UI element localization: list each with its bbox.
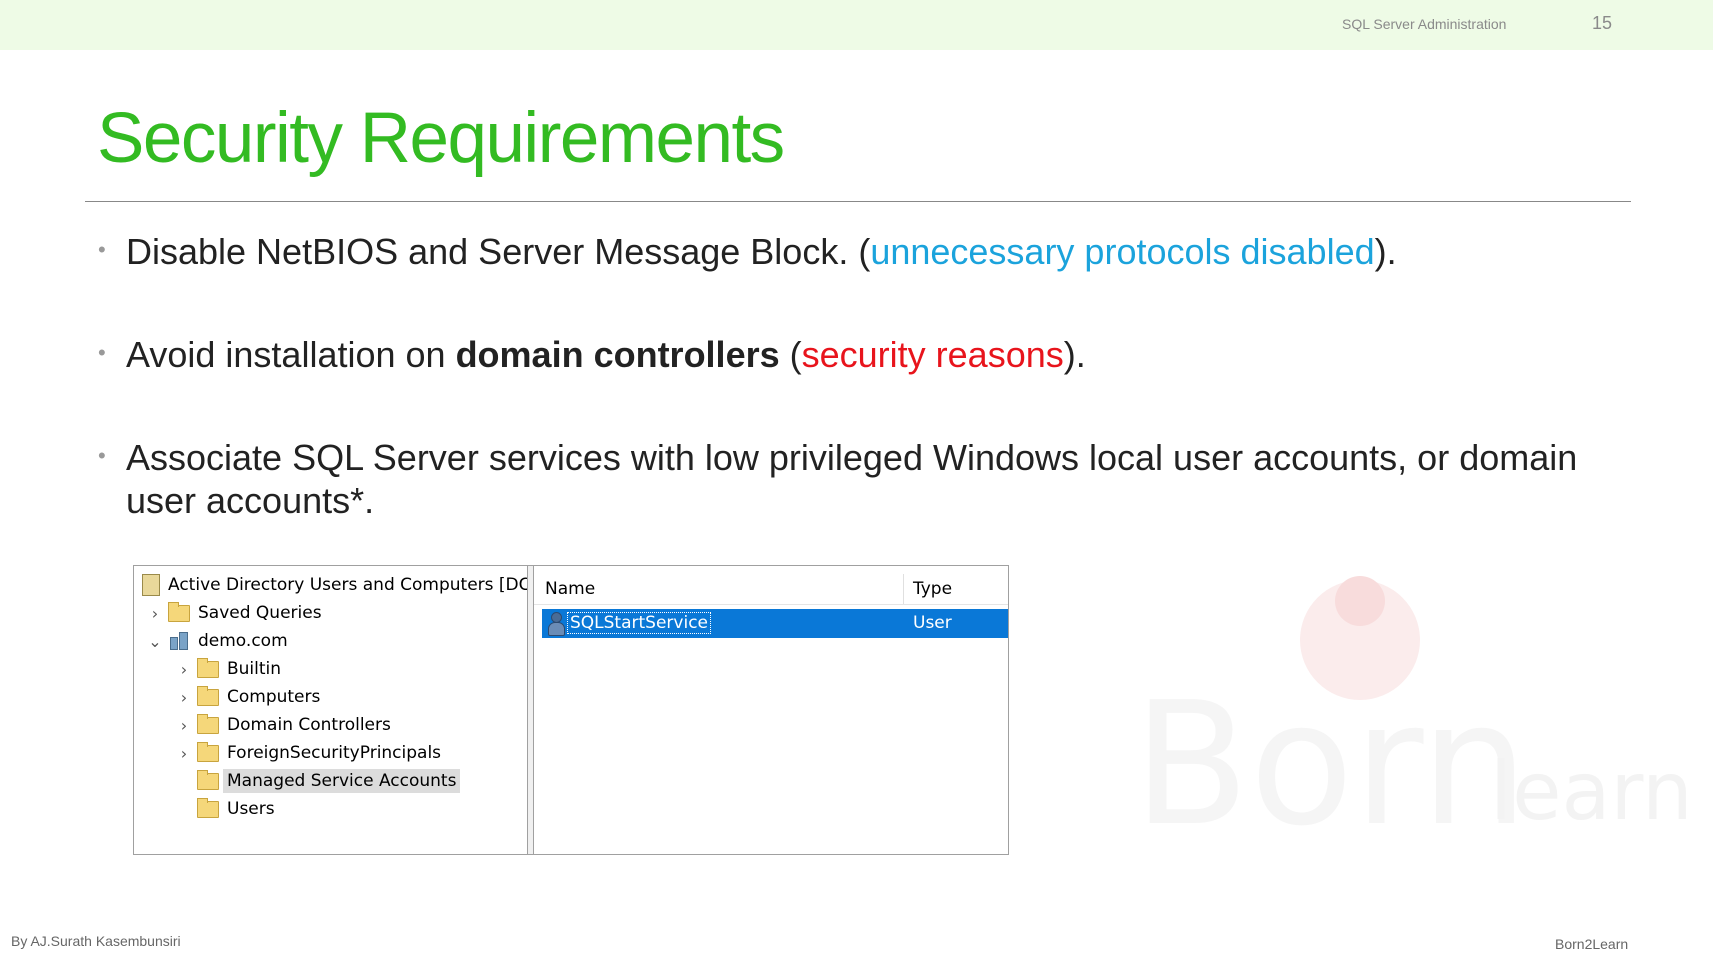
tree-item-label: Managed Service Accounts [223, 769, 461, 793]
tree-item-label: Computers [227, 687, 321, 707]
tree-item-users[interactable]: Users [197, 796, 275, 822]
folder-icon [197, 657, 219, 678]
tree-item-computers[interactable]: › Computers [171, 684, 320, 710]
tree-item-label: Users [227, 799, 275, 819]
bullet-2-end: ). [1063, 334, 1086, 375]
bullet-1: • Disable NetBIOS and Server Message Blo… [98, 230, 1578, 273]
watermark-learn: learn [1490, 745, 1693, 838]
brand-footer: Born2Learn [1555, 936, 1629, 952]
folder-icon [197, 741, 219, 762]
chevron-down-icon[interactable]: ⌄ [142, 632, 168, 651]
bullet-dot-icon: • [98, 340, 106, 365]
bullet-1-highlight: unnecessary protocols disabled [870, 231, 1375, 272]
list-header: Name Type [534, 574, 1008, 605]
tree-item-label: Saved Queries [198, 603, 322, 623]
folder-icon [197, 769, 219, 790]
bullet-text: Disable NetBIOS and Server Message Block… [126, 230, 1397, 273]
folder-icon [197, 797, 219, 818]
author-credit: By AJ.Surath Kasembunsiri [11, 933, 181, 949]
folder-icon [168, 601, 190, 622]
column-header-name[interactable]: Name [545, 579, 595, 599]
details-list: Name Type SQLStartService User [534, 566, 1008, 854]
bullet-text: Avoid installation on domain controllers… [126, 333, 1086, 376]
tree-item-saved-queries[interactable]: › Saved Queries [142, 600, 322, 626]
watermark-dot [1335, 576, 1385, 626]
chevron-right-icon[interactable]: › [171, 744, 197, 763]
tree-item-domain-controllers[interactable]: › Domain Controllers [171, 712, 391, 738]
console-root-icon [142, 574, 160, 596]
tree-item-demo-com[interactable]: ⌄ demo.com [142, 628, 288, 654]
chevron-right-icon[interactable]: › [142, 604, 168, 623]
page-number: 15 [1592, 13, 1613, 33]
tree-item-root[interactable]: Active Directory Users and Computers [DC… [142, 572, 528, 598]
bullet-3: • Associate SQL Server services with low… [98, 436, 1578, 522]
bullet-3-text: Associate SQL Server services with low p… [126, 437, 1578, 521]
course-title: SQL Server Administration [1342, 16, 1507, 32]
bullet-dot-icon: • [98, 443, 106, 468]
bullet-2-highlight: security reasons [801, 334, 1064, 375]
console-tree: Active Directory Users and Computers [DC… [134, 566, 528, 854]
bullet-1-end: ). [1374, 231, 1397, 272]
ad-users-computers-screenshot: Active Directory Users and Computers [DC… [133, 565, 1009, 855]
chevron-right-icon[interactable]: › [171, 688, 197, 707]
tree-item-builtin[interactable]: › Builtin [171, 656, 281, 682]
tree-item-label: demo.com [198, 631, 288, 651]
slide-title: Security Requirements [97, 99, 785, 178]
tree-item-label: Active Directory Users and Computers [DC… [168, 575, 528, 595]
bullet-2: • Avoid installation on domain controlle… [98, 333, 1578, 376]
list-item-name: SQLStartService [566, 612, 712, 634]
tree-item-managed-service-accounts[interactable]: Managed Service Accounts [197, 768, 461, 794]
watermark-born: Born [1133, 666, 1529, 864]
folder-icon [197, 685, 219, 706]
user-icon [547, 612, 565, 636]
bullet-1-text: Disable NetBIOS and Server Message Block… [126, 231, 871, 272]
tree-item-foreign-security-principals[interactable]: › ForeignSecurityPrincipals [171, 740, 441, 766]
chevron-right-icon[interactable]: › [171, 660, 197, 679]
list-item-type: User [913, 613, 952, 633]
tree-item-label: Builtin [227, 659, 282, 679]
domain-icon [168, 631, 190, 651]
title-divider [85, 201, 1631, 202]
ou-folder-icon [197, 713, 219, 734]
chevron-right-icon[interactable]: › [171, 716, 197, 735]
tree-item-label: ForeignSecurityPrincipals [227, 743, 442, 763]
list-item[interactable]: SQLStartService User [542, 609, 1008, 638]
tree-item-label: Domain Controllers [227, 715, 391, 735]
bullet-2-text: Avoid installation on [126, 334, 456, 375]
bullet-2-paren: ( [779, 334, 802, 375]
bullet-dot-icon: • [98, 237, 106, 262]
column-separator[interactable] [903, 574, 904, 604]
bullet-2-bold: domain controllers [455, 334, 780, 375]
column-header-type[interactable]: Type [913, 579, 952, 599]
